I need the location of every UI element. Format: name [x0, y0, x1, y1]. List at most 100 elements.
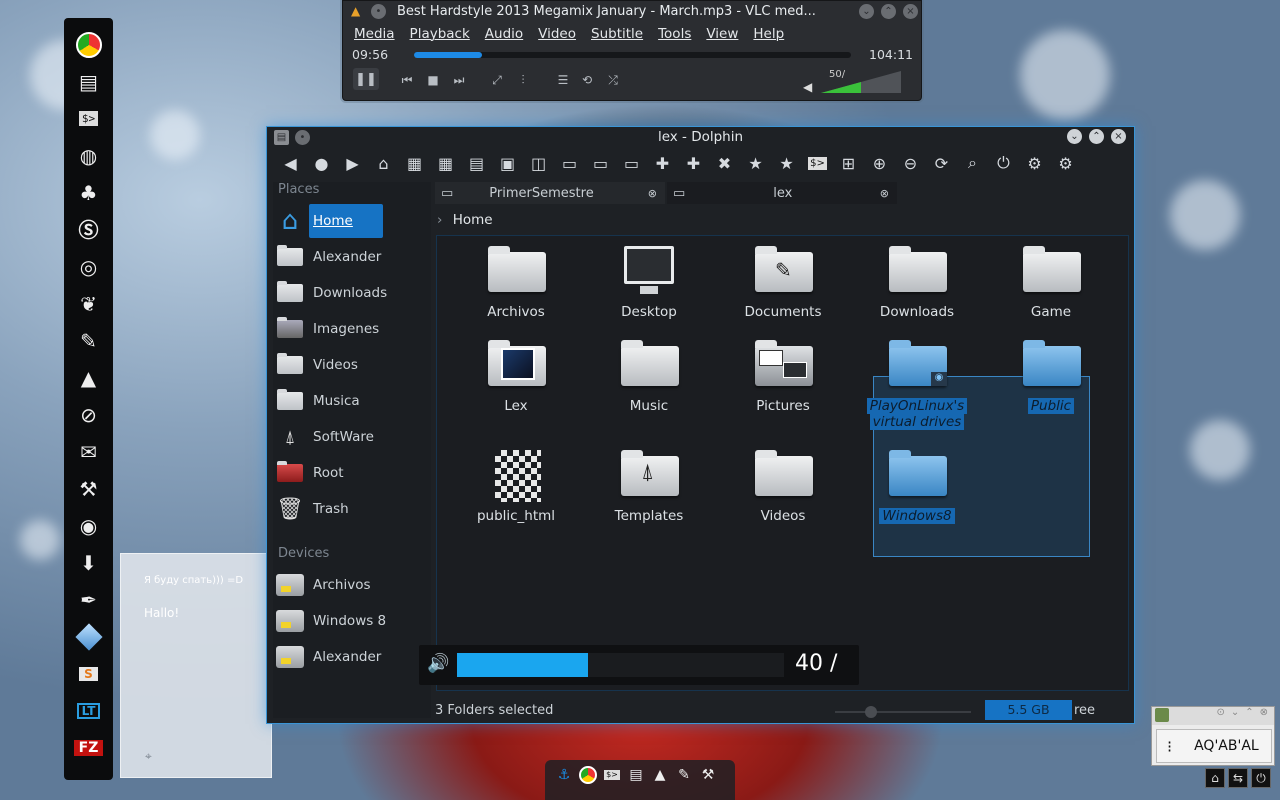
split-icon[interactable]: ◫	[523, 149, 554, 177]
chrome-icon[interactable]	[74, 30, 104, 59]
tools-icon[interactable]: ⚒	[697, 764, 719, 786]
file-item-pictures[interactable]: Pictures	[728, 338, 838, 414]
settings-menu-icon[interactable]: ⚙	[1050, 149, 1081, 177]
vlc-menu-subtitle[interactable]: Subtitle	[591, 26, 643, 42]
dolphin-minimize-button[interactable]: ⌄	[1067, 129, 1082, 144]
vlc-close-button[interactable]: ×	[903, 4, 918, 19]
file-item-downloads[interactable]: Downloads	[862, 244, 972, 320]
new-folder-icon[interactable]: ✚	[647, 149, 678, 177]
add-tab-icon[interactable]: ⊞	[833, 149, 864, 177]
filter-icon[interactable]: ▭	[585, 149, 616, 177]
tab-lex[interactable]: ▭ lex ⊗	[667, 182, 897, 204]
place-videos[interactable]: Videos	[275, 348, 429, 382]
icons-view-icon[interactable]: ▦	[399, 149, 430, 177]
clover-icon[interactable]: ♣	[74, 178, 104, 207]
zoom-out-icon[interactable]: ⊖	[895, 149, 926, 177]
place-trash[interactable]: 🗑 Trash	[275, 492, 429, 526]
file-item-public[interactable]: Public	[996, 338, 1106, 414]
place-software[interactable]: ⍋ SoftWare	[275, 420, 429, 454]
vlc-menu-media[interactable]: Media	[354, 26, 395, 42]
file-cabinet-icon[interactable]: ▤	[625, 764, 647, 786]
vlc-seek-bar[interactable]	[414, 52, 851, 58]
vlc-menu-help[interactable]: Help	[753, 26, 784, 42]
vlc-menu-audio[interactable]: Audio	[485, 26, 523, 42]
tools-icon[interactable]: ⚒	[74, 474, 104, 503]
file-view[interactable]: Archivos Desktop ✎ Documents Downloads G…	[436, 235, 1129, 691]
favorite-icon[interactable]: ★	[771, 149, 802, 177]
terminal-icon[interactable]: $>	[74, 104, 104, 133]
vlc-icon[interactable]: ▲	[649, 764, 671, 786]
power-icon[interactable]: ⏻	[988, 149, 1019, 177]
vlc-fullscreen-button[interactable]: ⤢	[487, 71, 507, 89]
file-item-videos[interactable]: Videos	[728, 448, 838, 524]
file-item-windows8[interactable]: Windows8	[862, 448, 972, 524]
vlc-maximize-button[interactable]: ⌃	[881, 4, 896, 19]
widget-maximize-icon[interactable]: ⌃	[1245, 707, 1253, 725]
switch-user-icon[interactable]: ⇆	[1228, 768, 1248, 788]
vlc-volume-slider[interactable]: 50/	[821, 69, 901, 93]
place-downloads[interactable]: Downloads	[275, 276, 429, 310]
breadcrumb[interactable]: › Home	[437, 212, 493, 228]
vlc-menu-view[interactable]: View	[706, 26, 738, 42]
virtualbox-icon[interactable]	[74, 622, 104, 651]
compact-view-icon[interactable]: ▦	[430, 149, 461, 177]
details-view-icon[interactable]: ▤	[461, 149, 492, 177]
inkscape-icon[interactable]: ▲	[74, 363, 104, 392]
vector-pen-icon[interactable]: ✒	[74, 585, 104, 614]
vlc-loop-button[interactable]: ⟲	[577, 71, 597, 89]
home-button[interactable]: ⌂	[368, 149, 399, 177]
download-icon[interactable]: ⬇	[74, 548, 104, 577]
file-item-game[interactable]: Game	[996, 244, 1106, 320]
gimp-icon[interactable]: ❦	[74, 289, 104, 318]
place-root[interactable]: Root	[275, 456, 429, 490]
back-button[interactable]: ◀	[275, 149, 306, 177]
widget-minimize-icon[interactable]: ⌄	[1231, 707, 1239, 725]
tab-close-icon[interactable]: ⊗	[648, 187, 657, 200]
place-home[interactable]: ⌂ Home	[275, 204, 429, 238]
vlc-shuffle-button[interactable]: ⤮	[603, 71, 623, 89]
zoom-slider[interactable]	[835, 706, 971, 718]
dolphin-window-menu-button[interactable]: ▤	[274, 130, 289, 145]
file-item-templates[interactable]: ⍋ Templates	[594, 448, 704, 524]
dolphin-close-button[interactable]: ×	[1111, 129, 1126, 144]
filezilla-icon[interactable]: FZ	[73, 733, 104, 762]
vlc-window-menu-button[interactable]: •	[371, 4, 386, 19]
forward-button[interactable]: ▶	[337, 149, 368, 177]
sublime-text-icon[interactable]: S	[74, 659, 104, 688]
search-icon[interactable]: ⌕	[957, 149, 988, 177]
mail-pen-icon[interactable]: ✉	[74, 437, 104, 466]
vlc-minimize-button[interactable]: ⌄	[859, 4, 874, 19]
new-file-icon[interactable]: ✚	[678, 149, 709, 177]
place-imagenes[interactable]: Imagenes	[275, 312, 429, 346]
tab-primersemestre[interactable]: ▭ PrimerSemestre ⊗	[435, 182, 665, 204]
lighttable-icon[interactable]: LT	[74, 696, 104, 725]
dolphin-maximize-button[interactable]: ⌃	[1089, 129, 1104, 144]
anchor-icon[interactable]: ⚓	[553, 764, 575, 786]
vlc-menu-tools[interactable]: Tools	[658, 26, 691, 42]
file-item-public-html[interactable]: public_html	[461, 448, 571, 524]
vlc-next-button[interactable]: ⏭	[449, 71, 469, 89]
file-item-documents[interactable]: ✎ Documents	[728, 244, 838, 320]
reload-icon[interactable]: ⟳	[926, 149, 957, 177]
zoom-slider-handle[interactable]	[865, 706, 877, 718]
vlc-menu-playback[interactable]: Playback	[410, 26, 470, 42]
free-space-indicator[interactable]: 5.5 GB	[985, 700, 1072, 720]
file-item-archivos[interactable]: Archivos	[461, 244, 571, 320]
file-item-lex[interactable]: Lex	[461, 338, 571, 414]
widget-sticky-icon[interactable]: ⊙	[1216, 707, 1224, 725]
place-alexander[interactable]: Alexander	[275, 240, 429, 274]
delete-icon[interactable]: ✖	[709, 149, 740, 177]
file-item-playonlinux[interactable]: ◉ PlayOnLinux's virtual drives	[862, 338, 972, 430]
file-cabinet-icon[interactable]: ▤	[74, 67, 104, 96]
settings-icon[interactable]: ⚙	[1019, 149, 1050, 177]
breadcrumb-home[interactable]: Home	[453, 212, 493, 228]
note-pin-icon[interactable]: ⌖	[145, 749, 152, 764]
vlc-menu-video[interactable]: Video	[538, 26, 576, 42]
device-archivos[interactable]: Archivos	[275, 568, 429, 602]
widget-close-icon[interactable]: ⊗	[1260, 707, 1268, 725]
chrome-icon[interactable]	[577, 764, 599, 786]
dolphin-sticky-button[interactable]: •	[295, 130, 310, 145]
panels-icon[interactable]: ▭	[616, 149, 647, 177]
file-item-music[interactable]: Music	[594, 338, 704, 414]
file-item-desktop[interactable]: Desktop	[594, 244, 704, 320]
